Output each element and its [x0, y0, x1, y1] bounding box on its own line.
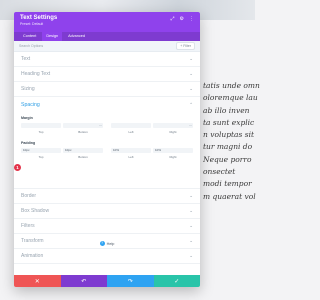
background-text-line: n voluptas sit: [203, 130, 254, 140]
section-text[interactable]: Text ⌄: [14, 52, 200, 67]
modal-header: Text Settings Preset: Default ⤢ ⚙ ⋮: [14, 12, 200, 32]
chevron-down-icon: ⌄: [189, 223, 193, 228]
tab-advanced[interactable]: Advanced: [64, 32, 89, 41]
chevron-down-icon: ⌄: [189, 56, 193, 61]
redo-button[interactable]: ↷: [107, 275, 154, 287]
chevron-down-icon: ⌄: [189, 193, 193, 198]
section-spacing: Spacing ⌃ Margin Top — Bottom Left — Rig…: [14, 97, 200, 189]
background-text-line: ab illo inven: [203, 105, 250, 115]
padding-right-input[interactable]: 10%: [153, 148, 193, 153]
padding-right-caption: Right: [169, 155, 177, 159]
help-link[interactable]: ? Help: [14, 241, 200, 246]
background-text-line: m quaerat vol: [203, 191, 256, 201]
padding-left-caption: Left: [128, 155, 134, 159]
modal-title: Text Settings: [20, 15, 58, 21]
padding-left-input[interactable]: 10%: [111, 148, 151, 153]
search-bar: Search Options + Filter: [14, 41, 200, 52]
section-label: Heading Text: [21, 71, 51, 77]
background-text-line: tur magni do: [203, 142, 253, 152]
section-label: Filters: [21, 223, 35, 229]
tab-design[interactable]: Design: [42, 32, 63, 41]
background-paragraph: tatis unde omn oloremque lau ab illo inv…: [203, 80, 263, 203]
chevron-down-icon: ⌄: [189, 71, 193, 76]
padding-top-input[interactable]: 10px: [21, 148, 61, 153]
chevron-down-icon: ⌄: [189, 253, 193, 258]
section-label: Text: [21, 56, 31, 62]
margin-top-input[interactable]: [21, 123, 61, 128]
section-label: Border: [21, 193, 37, 199]
padding-bottom-caption: Bottom: [78, 155, 88, 159]
margin-bottom-caption: Bottom: [78, 130, 88, 134]
chevron-down-icon: ⌄: [189, 208, 193, 213]
margin-left-caption: Left: [128, 130, 134, 134]
filter-button[interactable]: + Filter: [176, 42, 195, 50]
background-text-line: oloremque lau: [203, 93, 258, 103]
preset-selector[interactable]: Preset: Default: [20, 22, 194, 27]
help-icon: ?: [99, 241, 105, 246]
spacing-header[interactable]: Spacing ⌃: [21, 101, 193, 109]
search-input[interactable]: Search Options: [19, 44, 176, 48]
section-label: Animation: [21, 253, 44, 259]
save-button[interactable]: ✓: [153, 275, 200, 287]
cancel-button[interactable]: ✕: [14, 275, 61, 287]
section-heading-text[interactable]: Heading Text ⌄: [14, 67, 200, 82]
undo-button[interactable]: ↶: [60, 275, 107, 287]
section-filters[interactable]: Filters ⌄: [14, 219, 200, 234]
section-border[interactable]: Border ⌄: [14, 189, 200, 204]
link-icon[interactable]: —: [99, 123, 102, 128]
spacing-title: Spacing: [21, 102, 40, 108]
section-box-shadow[interactable]: Box Shadow ⌄: [14, 204, 200, 219]
header-icons: ⤢ ⚙ ⋮: [171, 16, 195, 22]
text-settings-modal: Text Settings Preset: Default ⤢ ⚙ ⋮ Cont…: [14, 12, 200, 287]
expand-icon[interactable]: ⤢: [171, 16, 175, 22]
section-animation[interactable]: Animation ⌄: [14, 249, 200, 264]
padding-top-caption: Top: [38, 155, 44, 159]
margin-top-caption: Top: [38, 130, 44, 134]
section-label: Box Shadow: [21, 208, 50, 214]
help-label: Help: [106, 241, 115, 246]
background-text-line: onsectet: [203, 167, 236, 177]
tab-bar: Content Design Advanced: [14, 32, 200, 41]
background-text-line: ta sunt explic: [203, 117, 255, 127]
step-badge: 1: [14, 164, 21, 171]
chevron-up-icon: ⌃: [189, 102, 193, 107]
gear-icon[interactable]: ⚙: [180, 16, 184, 22]
more-icon[interactable]: ⋮: [189, 16, 194, 22]
margin-right-input[interactable]: —: [153, 123, 193, 128]
link-icon[interactable]: —: [189, 123, 192, 128]
margin-bottom-input[interactable]: —: [63, 123, 103, 128]
margin-label: Margin: [21, 116, 33, 120]
section-label: Sizing: [21, 86, 35, 92]
chevron-down-icon: ⌄: [189, 86, 193, 91]
tab-content[interactable]: Content: [19, 32, 40, 41]
margin-right-caption: Right: [169, 130, 177, 134]
padding-bottom-input[interactable]: 10px: [63, 148, 103, 153]
section-sizing[interactable]: Sizing ⌄: [14, 82, 200, 97]
padding-fields: 10px Top 10px Bottom 10% Left 10% Right: [21, 148, 193, 159]
margin-fields: Top — Bottom Left — Right: [21, 123, 193, 134]
background-text-line: tatis unde omn: [203, 81, 260, 90]
background-text-line: modi tempor: [203, 179, 252, 189]
modal-footer: ✕ ↶ ↷ ✓: [14, 275, 200, 287]
margin-left-input[interactable]: [111, 123, 151, 128]
padding-label: Padding: [21, 141, 36, 145]
background-text-line: Neque porro: [203, 154, 252, 164]
